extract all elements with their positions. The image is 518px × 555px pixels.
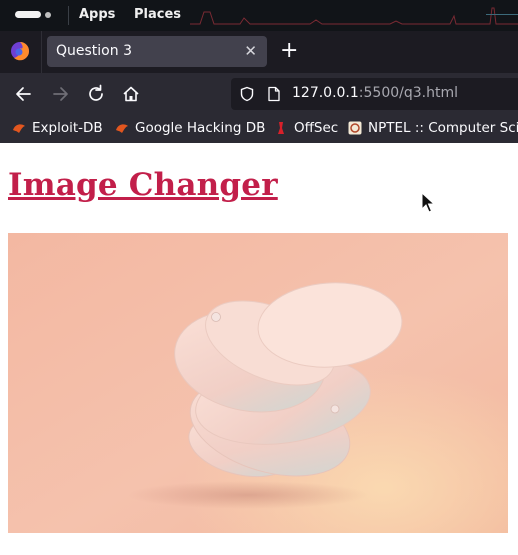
bookmark-label: Google Hacking DB	[135, 120, 266, 136]
bookmark-nptel[interactable]: NPTEL :: Computer Sci...	[348, 120, 518, 136]
firefox-icon[interactable]	[10, 41, 30, 61]
nptel-icon	[348, 121, 362, 135]
back-arrow-icon[interactable]	[13, 83, 35, 105]
offsec-icon	[278, 122, 284, 134]
bookmarks-toolbar: Exploit-DB Google Hacking DB OffSec NPTE…	[0, 115, 518, 143]
places-menu[interactable]: Places	[134, 7, 181, 22]
ghdb-icon	[116, 124, 128, 133]
workspace-indicator-active[interactable]	[15, 11, 41, 18]
bookmark-google-hacking-db[interactable]: Google Hacking DB	[115, 120, 265, 136]
abstract-discs-image[interactable]	[8, 233, 508, 533]
bookmark-label: NPTEL :: Computer Sci...	[368, 120, 518, 136]
tab-divider	[41, 31, 42, 73]
page-heading[interactable]: Image Changer	[8, 167, 278, 203]
page-info-icon[interactable]	[267, 86, 281, 102]
bookmark-label: Exploit-DB	[32, 120, 103, 136]
close-tab-icon[interactable]: ✕	[244, 42, 257, 60]
cpu-graph-icon	[190, 7, 518, 25]
reload-icon[interactable]	[85, 83, 107, 105]
url-host: 127.0.0.1	[292, 85, 359, 101]
tab-title: Question 3	[56, 43, 132, 59]
new-tab-button[interactable]: +	[280, 40, 298, 62]
url-text[interactable]: 127.0.0.1:5500/q3.html	[292, 85, 458, 101]
tab-question-3[interactable]: Question 3 ✕	[47, 36, 267, 67]
page-content: Image Changer	[0, 143, 518, 555]
bookmark-label: OffSec	[294, 120, 339, 136]
home-icon[interactable]	[120, 83, 142, 105]
tab-bar: Question 3 ✕	[0, 31, 518, 73]
navigation-toolbar: 127.0.0.1:5500/q3.html	[0, 73, 518, 115]
forward-arrow-icon[interactable]	[49, 83, 71, 105]
system-panel: Apps Places	[0, 0, 518, 31]
panel-divider	[68, 6, 69, 25]
exploit-db-icon	[13, 124, 25, 133]
workspace-indicator[interactable]	[45, 12, 51, 18]
shield-icon[interactable]	[239, 86, 255, 102]
url-path: :5500/q3.html	[358, 85, 458, 101]
bookmark-offsec[interactable]: OffSec	[274, 120, 338, 136]
bookmark-exploit-db[interactable]: Exploit-DB	[12, 120, 103, 136]
mouse-cursor-icon	[421, 192, 435, 213]
address-bar[interactable]: 127.0.0.1:5500/q3.html	[231, 78, 518, 110]
apps-menu[interactable]: Apps	[79, 7, 115, 22]
